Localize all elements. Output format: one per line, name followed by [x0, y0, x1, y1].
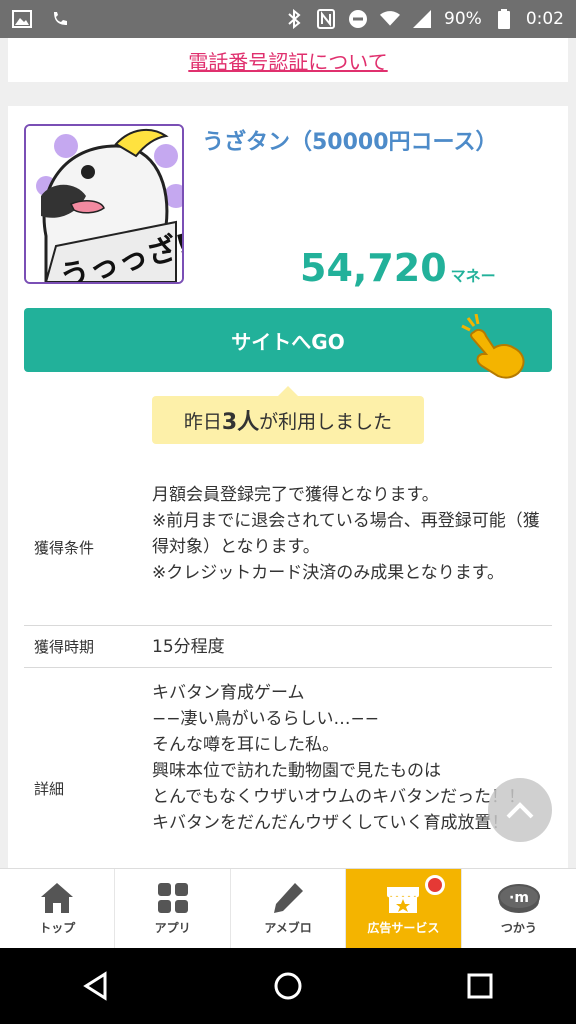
status-bar: 90% 0:02 [0, 0, 576, 38]
usage-suffix: が利用しました [259, 410, 393, 433]
nav-label: アメブロ [264, 921, 312, 935]
go-to-site-button[interactable]: サイトへGO [24, 308, 552, 379]
gallery-icon [12, 9, 32, 29]
nav-label: アプリ [154, 921, 191, 935]
notification-dot [424, 875, 445, 895]
nav-ameblo[interactable]: アメブロ [231, 869, 347, 948]
info-label: 獲得時期 [34, 638, 95, 656]
price-value: 54,720 [300, 246, 447, 290]
nfc-icon [316, 9, 336, 29]
nav-ad-service[interactable]: 広告サービス [346, 869, 462, 948]
recents-icon[interactable] [465, 971, 495, 1001]
pencil-icon [274, 883, 304, 913]
info-row-condition: 獲得条件 月額会員登録完了で獲得となります。 ※前月までに退会されている場合、再… [24, 470, 552, 626]
nav-label: つかう [500, 921, 537, 935]
offer-info-table: 獲得条件 月額会員登録完了で獲得となります。 ※前月までに退会されている場合、再… [24, 470, 552, 868]
nav-label: トップ [39, 921, 76, 935]
scroll-to-top-button[interactable] [488, 778, 552, 842]
bottom-nav: トップ アプリ アメブロ 広告サービス ·m つかう [0, 868, 576, 948]
clock: 0:02 [525, 9, 564, 29]
offer-title[interactable]: うざタン（50000円コース） [202, 124, 497, 156]
system-nav-bar [0, 948, 576, 1024]
nav-top[interactable]: トップ [0, 869, 116, 948]
pointing-hand-icon [461, 314, 525, 379]
offer-price: 54,720 マネー [300, 246, 496, 290]
svg-text:·m: ·m [509, 890, 529, 906]
go-button-label: サイトへGO [231, 329, 345, 354]
wifi-icon [380, 9, 401, 29]
chevron-up-icon [506, 802, 534, 819]
phone-verify-link[interactable]: 電話番号認証について [188, 46, 387, 75]
offer-image[interactable]: うっっざ!! [24, 124, 184, 284]
home-icon [41, 883, 74, 913]
usage-bubble: 昨日 3人 が利用しました [152, 386, 424, 444]
signal-icon [412, 9, 432, 29]
missed-call-icon [50, 9, 70, 29]
store-icon [387, 887, 420, 913]
info-label: 獲得条件 [34, 539, 95, 557]
price-unit: マネー [450, 267, 496, 285]
main-content: 電話番号認証について うっっざ!! うざタン（50000円コース） 54,720 [0, 38, 576, 868]
info-value: 15分程度 [152, 637, 225, 657]
offer-card: うっっざ!! うざタン（50000円コース） 54,720 マネー サイトへGO… [8, 106, 568, 868]
info-value: 月額会員登録完了で獲得となります。 ※前月までに退会されている場合、再登録可能（… [152, 485, 540, 583]
apps-grid-icon [157, 883, 188, 913]
info-row-timing: 獲得時期 15分程度 [24, 626, 552, 668]
info-row-details: 詳細 キバタン育成ゲーム −−凄い鳥がいるらしい…−− そんな噂を耳にした私。 … [24, 668, 552, 868]
nav-use[interactable]: ·m つかう [462, 869, 576, 948]
nav-label: 広告サービス [367, 921, 440, 935]
nav-apps[interactable]: アプリ [115, 869, 231, 948]
battery-percent: 90% [444, 9, 482, 29]
usage-prefix: 昨日 [183, 410, 222, 433]
info-label: 詳細 [34, 779, 65, 798]
home-circle-icon[interactable] [273, 971, 303, 1001]
info-value: キバタン育成ゲーム −−凄い鳥がいるらしい…−− そんな噂を耳にした私。 興味本… [152, 683, 526, 833]
do-not-disturb-icon [348, 9, 368, 29]
usage-count: 3人 [221, 410, 260, 435]
battery-icon [494, 9, 514, 29]
bluetooth-icon [284, 9, 304, 29]
phone-verify-card: 電話番号認証について [8, 38, 568, 82]
money-coin-icon: ·m [497, 884, 540, 913]
back-icon[interactable] [81, 971, 111, 1001]
